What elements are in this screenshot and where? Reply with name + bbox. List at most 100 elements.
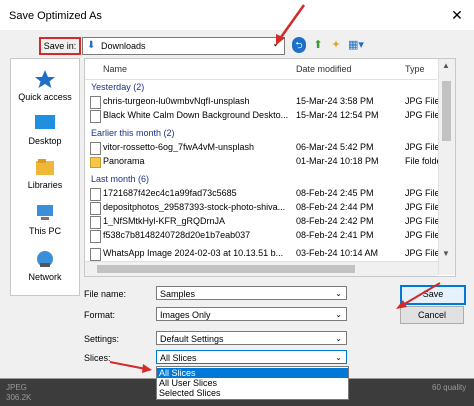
- file-date: 01-Mar-24 10:18 PM: [296, 156, 379, 166]
- format-label: Format:: [84, 310, 116, 320]
- slices-option[interactable]: All Slices: [157, 368, 348, 378]
- file-name: vitor-rossetto-6og_7fwA4vM-unsplash: [103, 142, 255, 152]
- file-name: WhatsApp Image 2024-02-03 at 10.13.51 b.…: [103, 248, 284, 258]
- file-date: 08-Feb-24 2:44 PM: [296, 202, 374, 212]
- group-header[interactable]: Yesterday (2): [91, 82, 144, 92]
- horizontal-scrollbar[interactable]: [85, 261, 438, 276]
- settings-select[interactable]: Default Settings ⌄: [156, 331, 347, 345]
- vertical-scroll-thumb[interactable]: [442, 81, 451, 141]
- download-arrow-icon: ⬇: [87, 40, 96, 51]
- places-bar: Quick access Desktop Libraries This PC N…: [10, 58, 80, 296]
- group-header[interactable]: Last month (6): [91, 174, 149, 184]
- chevron-down-icon: ⌄: [335, 310, 342, 319]
- back-icon[interactable]: ⮌: [292, 37, 306, 53]
- slices-option[interactable]: Selected Slices: [157, 388, 348, 398]
- cancel-button[interactable]: Cancel: [400, 306, 464, 324]
- file-date: 03-Feb-24 10:14 AM: [296, 248, 379, 258]
- file-name-value: Samples: [160, 289, 196, 299]
- column-header-date[interactable]: Date modified: [296, 64, 352, 74]
- file-name: f538c7b8148240728d20e1b7eab037: [103, 230, 251, 240]
- file-type: JPG File: [405, 216, 440, 226]
- scroll-down-icon[interactable]: ▼: [442, 249, 450, 258]
- place-quick-access[interactable]: Quick access: [11, 69, 79, 102]
- place-label: This PC: [28, 226, 61, 236]
- settings-value: Default Settings: [160, 334, 224, 344]
- view-menu-icon[interactable]: ▦▾: [346, 37, 366, 53]
- horizontal-scroll-thumb[interactable]: [97, 265, 355, 273]
- list-item[interactable]: depositphotos_29587393-stock-photo-shiva…: [85, 201, 440, 215]
- file-list[interactable]: Name Date modified Type Yesterday (2) ch…: [84, 58, 456, 277]
- save-optimized-dialog: Save Optimized As ✕ Save in: ⬇ Downloads…: [0, 0, 474, 379]
- chevron-down-icon: ⌄: [335, 353, 342, 362]
- slices-dropdown-list[interactable]: All Slices All User Slices Selected Slic…: [156, 366, 349, 400]
- file-name: 1721687f42ec4c1a99fad73c5685: [103, 188, 237, 198]
- status-quality: 60 quality: [432, 383, 467, 392]
- place-desktop[interactable]: Desktop: [11, 113, 79, 146]
- list-item[interactable]: 1_NfSMtkHyl-KFR_gRQDrnJA 08-Feb-24 2:42 …: [85, 215, 440, 229]
- place-label: Libraries: [27, 180, 63, 190]
- settings-label: Settings:: [84, 334, 120, 344]
- list-item[interactable]: WhatsApp Image 2024-02-03 at 10.13.51 b.…: [85, 247, 440, 261]
- file-name: chris-turgeon-lu0wmbvNqfI-unsplash: [103, 96, 250, 106]
- file-name-input[interactable]: Samples ⌄: [156, 286, 347, 300]
- libraries-icon: [36, 159, 54, 175]
- list-item[interactable]: 1721687f42ec4c1a99fad73c5685 08-Feb-24 2…: [85, 187, 440, 201]
- format-select[interactable]: Images Only ⌄: [156, 307, 347, 321]
- file-type: JPG File: [405, 202, 440, 212]
- jpg-file-icon: [90, 230, 101, 243]
- list-item[interactable]: Panorama 01-Mar-24 10:18 PM File folder: [85, 155, 445, 169]
- file-name: Black White Calm Down Background Deskto.…: [103, 110, 288, 120]
- file-type: JPG File: [405, 110, 440, 120]
- status-format-type: JPEG: [6, 383, 27, 392]
- list-item[interactable]: chris-turgeon-lu0wmbvNqfI-unsplash 15-Ma…: [85, 95, 440, 109]
- file-type: JPG File: [405, 142, 440, 152]
- dialog-title: Save Optimized As: [9, 10, 102, 22]
- list-item[interactable]: vitor-rossetto-6og_7fwA4vM-unsplash 06-M…: [85, 141, 440, 155]
- save-button[interactable]: Save: [400, 285, 466, 305]
- slices-value: All Slices: [160, 353, 197, 363]
- save-in-dropdown[interactable]: ⬇ Downloads ✔: [82, 37, 285, 55]
- slices-option[interactable]: All User Slices: [157, 378, 348, 388]
- place-this-pc[interactable]: This PC: [11, 203, 79, 236]
- status-format: JPEG 306.2K: [6, 383, 31, 403]
- place-network[interactable]: Network: [11, 249, 79, 282]
- chevron-down-icon[interactable]: ⌄: [335, 287, 342, 301]
- place-label: Desktop: [28, 136, 62, 146]
- chevron-down-icon: ⌄: [335, 334, 342, 343]
- star-icon: [35, 70, 55, 88]
- file-type: JPG File: [405, 248, 440, 258]
- file-date: 15-Mar-24 12:54 PM: [296, 110, 379, 120]
- computer-icon: [37, 205, 53, 220]
- place-libraries[interactable]: Libraries: [11, 157, 79, 190]
- network-icon: [37, 251, 53, 267]
- file-type: JPG File: [405, 96, 440, 106]
- file-name: 1_NfSMtkHyl-KFR_gRQDrnJA: [103, 216, 226, 226]
- file-date: 08-Feb-24 2:45 PM: [296, 188, 374, 198]
- vertical-scrollbar[interactable]: ▲ ▼: [438, 59, 455, 275]
- jpg-file-icon: [90, 202, 101, 215]
- file-name: depositphotos_29587393-stock-photo-shiva…: [103, 202, 286, 212]
- place-label: Network: [28, 272, 62, 282]
- column-header-name[interactable]: Name: [103, 64, 127, 74]
- column-header-type[interactable]: Type: [405, 64, 425, 74]
- slices-select[interactable]: All Slices ⌄: [156, 350, 347, 364]
- close-button[interactable]: ✕: [446, 6, 468, 24]
- scroll-up-icon[interactable]: ▲: [442, 61, 450, 70]
- jpg-file-icon: [90, 110, 101, 123]
- place-label: Quick access: [18, 92, 72, 102]
- format-value: Images Only: [160, 310, 211, 320]
- file-date: 08-Feb-24 2:41 PM: [296, 230, 374, 240]
- group-header[interactable]: Earlier this month (2): [91, 128, 175, 138]
- jpg-file-icon: [90, 216, 101, 229]
- file-type: JPG File: [405, 188, 440, 198]
- list-item[interactable]: f538c7b8148240728d20e1b7eab037 08-Feb-24…: [85, 229, 440, 243]
- list-item[interactable]: Black White Calm Down Background Deskto.…: [85, 109, 440, 123]
- jpg-file-icon: [90, 142, 101, 155]
- file-date: 08-Feb-24 2:42 PM: [296, 216, 374, 226]
- file-name: Panorama: [103, 156, 145, 166]
- jpg-file-icon: [90, 248, 101, 261]
- save-in-label: Save in:: [39, 37, 81, 55]
- new-folder-icon[interactable]: ✦: [329, 37, 343, 53]
- chevron-down-icon: ✔: [273, 40, 280, 49]
- up-folder-icon[interactable]: ⬆: [311, 37, 325, 53]
